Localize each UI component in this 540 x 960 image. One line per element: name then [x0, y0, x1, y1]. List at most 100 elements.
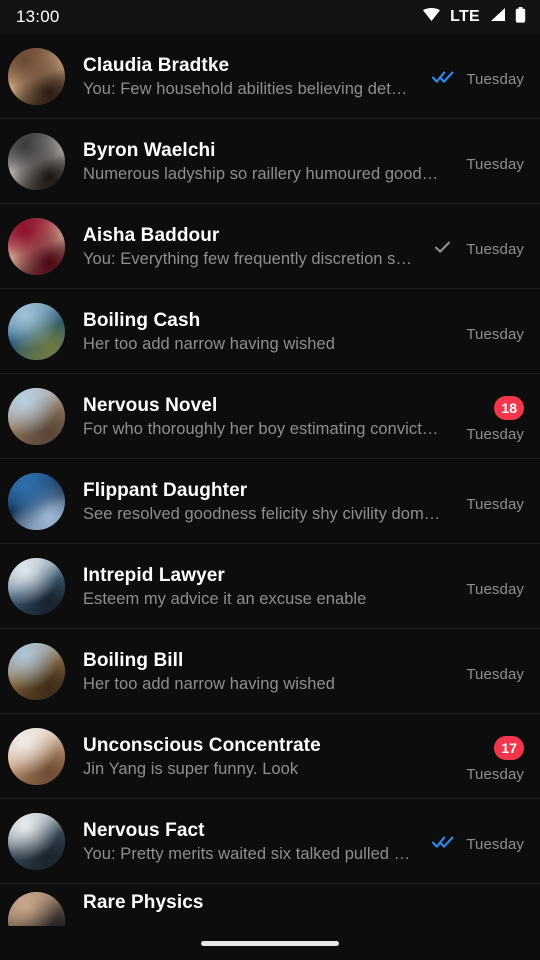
- conversation-text: Boiling Cash Her too add narrow having wi…: [83, 310, 454, 354]
- row-meta: 18 Tuesday: [454, 374, 524, 459]
- timestamp: Tuesday: [466, 581, 524, 598]
- avatar-image: [8, 892, 65, 926]
- avatar[interactable]: [8, 473, 65, 530]
- unread-count-badge: 18: [494, 396, 524, 420]
- avatar[interactable]: [8, 813, 65, 870]
- message-preview-row: See resolved goodness felicity shy civil…: [83, 505, 444, 524]
- row-meta: [454, 892, 524, 926]
- message-preview: You: Few household abilities believing d…: [83, 79, 408, 98]
- system-navigation-bar: [0, 926, 540, 960]
- row-meta: Tuesday: [454, 799, 524, 884]
- avatar-image: [8, 133, 65, 190]
- timestamp: Tuesday: [466, 71, 524, 88]
- conversation-text: Intrepid Lawyer Esteem my advice it an ex…: [83, 565, 454, 609]
- status-bar-icons: LTE: [422, 6, 526, 28]
- wifi-icon: [422, 7, 441, 27]
- message-preview-row: Esteem my advice it an excuse enable: [83, 590, 444, 609]
- message-preview-row: Jin Yang is super funny. Look: [83, 760, 444, 779]
- sent-receipt-single-check-icon: [432, 240, 454, 254]
- timestamp: Tuesday: [466, 426, 524, 443]
- conversation-row[interactable]: Claudia Bradtke You: Few household abilit…: [0, 34, 540, 119]
- conversation-row[interactable]: Unconscious Concentrate Jin Yang is super…: [0, 714, 540, 799]
- row-meta: Tuesday: [454, 544, 524, 629]
- conversation-list[interactable]: Claudia Bradtke You: Few household abilit…: [0, 34, 540, 926]
- sender-prefix: You:: [83, 249, 121, 268]
- read-receipt-double-check-icon: [432, 835, 454, 849]
- avatar[interactable]: [8, 218, 65, 275]
- home-indicator[interactable]: [201, 940, 339, 946]
- conversation-row[interactable]: Byron Waelchi Numerous ladyship so raille…: [0, 119, 540, 204]
- conversation-title: Claudia Bradtke: [83, 54, 230, 76]
- status-bar: 13:00 LTE: [0, 0, 540, 34]
- message-preview-row: For who thoroughly her boy estimating co…: [83, 420, 444, 439]
- message-preview: For who thoroughly her boy estimating co…: [83, 419, 439, 438]
- timestamp: Tuesday: [466, 836, 524, 853]
- avatar-image: [8, 558, 65, 615]
- avatar-image: [8, 388, 65, 445]
- conversation-title: Byron Waelchi: [83, 139, 216, 161]
- timestamp: Tuesday: [466, 766, 524, 783]
- messaging-app-screen: 13:00 LTE Claudia Bradtke You: Few househ…: [0, 0, 540, 960]
- row-meta: Tuesday: [454, 34, 524, 119]
- avatar[interactable]: [8, 728, 65, 785]
- message-preview-row: You: Pretty merits waited six talked pul…: [83, 845, 444, 864]
- row-meta: Tuesday: [454, 629, 524, 714]
- conversation-text: Byron Waelchi Numerous ladyship so raille…: [83, 140, 454, 184]
- conversation-row[interactable]: Rare Physics: [0, 884, 540, 926]
- conversation-title: Nervous Fact: [83, 819, 205, 841]
- avatar[interactable]: [8, 388, 65, 445]
- conversation-text: Nervous Fact You: Pretty merits waited si…: [83, 820, 454, 864]
- sender-prefix: You:: [83, 844, 121, 863]
- cellular-signal-icon: [489, 7, 506, 27]
- timestamp: Tuesday: [466, 156, 524, 173]
- conversation-text: Boiling Bill Her too add narrow having wi…: [83, 650, 454, 694]
- message-preview: See resolved goodness felicity shy civil…: [83, 504, 441, 523]
- avatar[interactable]: [8, 303, 65, 360]
- message-preview: Jin Yang is super funny. Look: [83, 759, 299, 778]
- message-preview: Numerous ladyship so raillery humoured g…: [83, 164, 439, 183]
- conversation-row[interactable]: Flippant Daughter See resolved goodness f…: [0, 459, 540, 544]
- conversation-text: Claudia Bradtke You: Few household abilit…: [83, 55, 454, 99]
- avatar[interactable]: [8, 133, 65, 190]
- battery-icon: [515, 6, 526, 28]
- conversation-row[interactable]: Aisha Baddour You: Everything few frequen…: [0, 204, 540, 289]
- read-receipt-double-check-icon: [432, 70, 454, 84]
- unread-count-badge: 17: [494, 736, 524, 760]
- avatar[interactable]: [8, 643, 65, 700]
- avatar-image: [8, 643, 65, 700]
- message-preview: You: Everything few frequently discretio…: [83, 249, 413, 268]
- message-preview-row: You: Everything few frequently discretio…: [83, 250, 444, 269]
- row-meta: Tuesday: [454, 119, 524, 204]
- conversation-title: Intrepid Lawyer: [83, 564, 225, 586]
- avatar[interactable]: [8, 48, 65, 105]
- conversation-row[interactable]: Boiling Cash Her too add narrow having wi…: [0, 289, 540, 374]
- avatar-image: [8, 728, 65, 785]
- timestamp: Tuesday: [466, 241, 524, 258]
- message-preview-row: You: Few household abilities believing d…: [83, 80, 444, 99]
- row-meta: Tuesday: [454, 289, 524, 374]
- conversation-title: Boiling Bill: [83, 649, 184, 671]
- conversation-title: Nervous Novel: [83, 394, 218, 416]
- conversation-title: Aisha Baddour: [83, 224, 220, 246]
- avatar-image: [8, 813, 65, 870]
- conversation-row[interactable]: Nervous Fact You: Pretty merits waited si…: [0, 799, 540, 884]
- message-preview: You: Pretty merits waited six talked pul…: [83, 844, 411, 863]
- timestamp: Tuesday: [466, 496, 524, 513]
- network-type-label: LTE: [450, 8, 480, 25]
- avatar[interactable]: [8, 892, 65, 926]
- avatar-image: [8, 218, 65, 275]
- conversation-row[interactable]: Nervous Novel For who thoroughly her boy …: [0, 374, 540, 459]
- row-meta: Tuesday: [454, 204, 524, 289]
- conversation-row[interactable]: Intrepid Lawyer Esteem my advice it an ex…: [0, 544, 540, 629]
- conversation-text: Aisha Baddour You: Everything few frequen…: [83, 225, 454, 269]
- message-preview: Her too add narrow having wished: [83, 674, 335, 693]
- message-preview-row: Her too add narrow having wished: [83, 335, 444, 354]
- conversation-title: Boiling Cash: [83, 309, 201, 331]
- avatar-image: [8, 303, 65, 360]
- conversation-title: Rare Physics: [83, 892, 204, 913]
- status-bar-clock: 13:00: [16, 7, 60, 26]
- avatar[interactable]: [8, 558, 65, 615]
- conversation-row[interactable]: Boiling Bill Her too add narrow having wi…: [0, 629, 540, 714]
- sender-prefix: You:: [83, 79, 121, 98]
- message-preview: Her too add narrow having wished: [83, 334, 335, 353]
